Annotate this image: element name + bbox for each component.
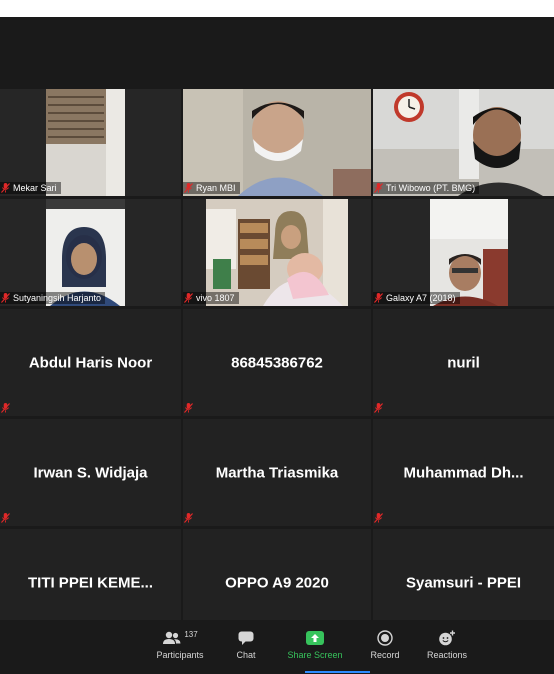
meeting-window: Mekar Sari Ryan MBI Tri Wibowo (PT. BMG)… <box>0 17 554 674</box>
participant-video <box>0 199 181 306</box>
video-frame <box>183 89 371 196</box>
record-icon <box>377 630 393 646</box>
participant-tile[interactable]: Galaxy A7 (2018) <box>373 199 554 306</box>
meeting-toolbar: 137 Participants Chat Share Screen Recor… <box>0 620 554 674</box>
share-screen-icon <box>306 631 324 645</box>
participants-count: 137 <box>184 629 198 639</box>
participant-tile[interactable]: nuril <box>373 309 554 416</box>
participant-tile[interactable]: Mekar Sari <box>0 89 181 196</box>
microphone-muted-icon <box>184 293 193 303</box>
participant-tile[interactable]: Ryan MBI <box>183 89 371 196</box>
participant-name-label: Galaxy A7 (2018) <box>373 292 460 304</box>
participant-video <box>0 89 181 196</box>
participant-name: Muhammad Dh... <box>403 464 524 481</box>
record-label: Record <box>370 650 400 660</box>
microphone-muted-icon <box>184 403 193 413</box>
participant-name: TITI PPEI KEME... <box>27 574 154 591</box>
participant-name: Syamsuri - PPEI <box>405 574 522 591</box>
reactions-icon <box>439 630 455 646</box>
reactions-label: Reactions <box>426 650 468 660</box>
participant-name: Ryan MBI <box>196 183 236 193</box>
microphone-muted-icon <box>1 513 10 523</box>
participant-tile[interactable]: Martha Triasmika <box>183 419 371 526</box>
participant-tile[interactable]: Abdul Haris Noor <box>0 309 181 416</box>
chat-button[interactable]: Chat <box>228 628 264 660</box>
participant-name-label: Tri Wibowo (PT. BMG) <box>373 182 480 194</box>
participant-tile[interactable]: Tri Wibowo (PT. BMG) <box>373 89 554 196</box>
microphone-muted-icon <box>374 403 383 413</box>
record-button[interactable]: Record <box>366 628 404 660</box>
participant-name: Irwan S. Widjaja <box>33 464 148 481</box>
participant-tile[interactable]: Irwan S. Widjaja <box>0 419 181 526</box>
participant-name-label: Mekar Sari <box>0 182 61 194</box>
participant-tile[interactable]: Muhammad Dh... <box>373 419 554 526</box>
participants-button[interactable]: 137 Participants <box>152 628 208 661</box>
participant-name: Mekar Sari <box>13 183 57 193</box>
reactions-button[interactable]: Reactions <box>424 628 470 660</box>
top-bar <box>0 17 554 72</box>
share-screen-indicator <box>305 671 370 673</box>
chat-label: Chat <box>236 650 256 660</box>
participant-name: 86845386762 <box>231 354 323 371</box>
participant-video <box>183 199 371 306</box>
participant-name: OPPO A9 2020 <box>225 574 329 591</box>
participant-name: Galaxy A7 (2018) <box>386 293 456 303</box>
participant-video <box>373 89 554 196</box>
video-frame <box>183 199 371 306</box>
participant-name: Sutyaningsih Harjanto <box>13 293 102 303</box>
participant-video <box>373 199 554 306</box>
video-frame <box>373 199 554 306</box>
share-screen-button[interactable]: Share Screen <box>285 628 345 660</box>
microphone-muted-icon <box>184 183 193 193</box>
microphone-muted-icon <box>374 293 383 303</box>
participant-name: vivo 1807 <box>196 293 235 303</box>
participant-name: Martha Triasmika <box>215 464 339 481</box>
participant-name-label: Sutyaningsih Harjanto <box>0 292 106 304</box>
participant-video <box>183 89 371 196</box>
participant-tile[interactable]: Sutyaningsih Harjanto <box>0 199 181 306</box>
participants-label: Participants <box>156 650 204 660</box>
microphone-muted-icon <box>374 513 383 523</box>
participant-name: Abdul Haris Noor <box>28 354 153 371</box>
participants-icon <box>163 631 181 644</box>
participant-name: nuril <box>447 354 480 371</box>
chat-icon <box>238 631 254 645</box>
participant-tile[interactable]: 86845386762 <box>183 309 371 416</box>
participant-tile[interactable]: vivo 1807 <box>183 199 371 306</box>
video-grid: Mekar Sari Ryan MBI Tri Wibowo (PT. BMG)… <box>0 89 554 637</box>
microphone-muted-icon <box>1 293 10 303</box>
video-frame <box>0 89 181 196</box>
microphone-muted-icon <box>1 403 10 413</box>
participant-name-label: vivo 1807 <box>183 292 239 304</box>
microphone-muted-icon <box>184 513 193 523</box>
microphone-muted-icon <box>1 183 10 193</box>
microphone-muted-icon <box>374 183 383 193</box>
video-frame <box>373 89 554 196</box>
video-frame <box>0 199 181 306</box>
participant-name: Tri Wibowo (PT. BMG) <box>386 183 476 193</box>
share-screen-label: Share Screen <box>287 650 343 660</box>
participant-name-label: Ryan MBI <box>183 182 240 194</box>
